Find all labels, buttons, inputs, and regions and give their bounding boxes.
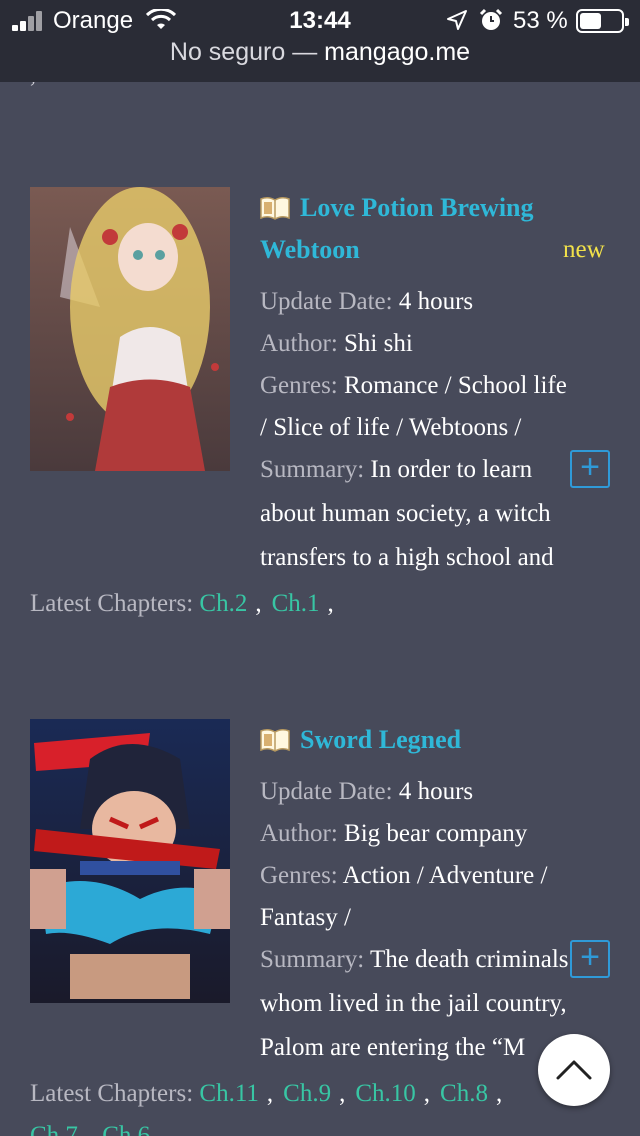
- alarm-clock-icon: [479, 8, 503, 30]
- chapter-link[interactable]: Ch.11: [199, 1080, 259, 1107]
- add-to-list-button[interactable]: +: [570, 450, 610, 488]
- genres-row-continued: / Slice of life / Webtoons /: [260, 414, 522, 441]
- chapter-separator: ,: [85, 1122, 93, 1136]
- genres-label: Genres:: [260, 862, 338, 889]
- status-bar: Orange 13:44 53 %: [0, 0, 640, 40]
- summary-text-line: about human society, a witch: [260, 500, 551, 527]
- summary-text: In order to learn: [370, 456, 533, 483]
- chapter-link[interactable]: Ch.1: [272, 590, 320, 617]
- url-separator: —: [285, 38, 325, 66]
- browser-top-bar: Orange 13:44 53 % No seguro — mangago.me: [0, 0, 640, 82]
- scroll-to-top-button[interactable]: [538, 1034, 610, 1106]
- latest-chapters-continued: Ch.7, Ch.6: [30, 1122, 150, 1136]
- manga-cover-image[interactable]: [30, 187, 230, 471]
- genres-value: Romance / School life: [344, 372, 567, 399]
- manga-title-link[interactable]: Love Potion Brewing: [300, 187, 534, 229]
- genres-label: Genres:: [260, 372, 338, 399]
- manga-details: Update Date: 4 hours Author: Shi shi Gen…: [260, 281, 567, 579]
- summary-text-line: whom lived in the jail country,: [260, 990, 567, 1017]
- genres-row: Genres: Romance / School life: [260, 365, 567, 407]
- update-date-row: Update Date: 4 hours: [260, 281, 567, 323]
- chapter-separator: ,: [255, 590, 262, 617]
- update-date-label: Update Date:: [260, 778, 393, 805]
- author-label: Author:: [260, 330, 338, 357]
- add-to-list-button[interactable]: +: [570, 940, 610, 978]
- genres-value: Action / Adventure /: [342, 862, 548, 889]
- chapter-separator: ,: [266, 1080, 274, 1107]
- summary-label: Summary:: [260, 946, 365, 973]
- update-date-label: Update Date:: [260, 288, 393, 315]
- manga-details: Update Date: 4 hours Author: Big bear co…: [260, 771, 610, 1069]
- genres-row-continued: Fantasy /: [260, 904, 351, 931]
- author-row: Author: Big bear company: [260, 813, 610, 855]
- update-date-value: 4 hours: [398, 288, 474, 315]
- latest-chapters: Latest Chapters: Ch.2, Ch.1,: [30, 590, 344, 618]
- new-badge: new: [563, 236, 605, 263]
- manga-title-link[interactable]: Sword Legned: [300, 719, 461, 761]
- url-domain: mangago.me: [324, 38, 471, 66]
- book-icon: [260, 728, 290, 752]
- chapter-link[interactable]: Ch.2: [199, 590, 247, 617]
- security-indicator: No seguro: [169, 38, 286, 66]
- chapter-separator: ,: [495, 1080, 503, 1107]
- genres-row: Genres: Action / Adventure /: [260, 855, 610, 897]
- author-value: Big bear company: [344, 820, 528, 847]
- chapter-separator: ,: [423, 1080, 431, 1107]
- summary-text: The death criminals: [369, 946, 569, 973]
- latest-chapters-label: Latest Chapters:: [30, 1080, 194, 1107]
- chapter-separator: ,: [327, 590, 334, 617]
- chevron-up-icon: [556, 1060, 592, 1080]
- manga-title-link-continued[interactable]: Webtoon: [260, 229, 360, 271]
- author-row: Author: Shi shi: [260, 323, 567, 365]
- summary-text-line: transfers to a high school and: [260, 544, 554, 571]
- latest-chapters: Latest Chapters: Ch.11, Ch.9, Ch.10, Ch.8,: [30, 1080, 512, 1108]
- summary-label: Summary:: [260, 456, 365, 483]
- chapter-link[interactable]: Ch.7: [30, 1122, 78, 1136]
- summary-row: Summary: In order to learn: [260, 449, 567, 491]
- location-arrow-icon: [447, 10, 467, 30]
- author-value: Shi shi: [344, 330, 413, 357]
- chapter-link[interactable]: Ch.6: [102, 1122, 150, 1136]
- book-icon: [260, 196, 290, 220]
- chapter-link[interactable]: Ch.10: [355, 1080, 415, 1107]
- summary-row: Summary: The death criminals: [260, 939, 610, 981]
- author-label: Author:: [260, 820, 338, 847]
- latest-chapters-label: Latest Chapters:: [30, 590, 194, 617]
- update-date-row: Update Date: 4 hours: [260, 771, 610, 813]
- update-date-value: 4 hours: [398, 778, 474, 805]
- chapter-link[interactable]: Ch.9: [283, 1080, 331, 1107]
- battery-percentage: 53 %: [513, 7, 568, 34]
- manga-cover-image[interactable]: [30, 719, 230, 1003]
- battery-icon: [576, 9, 629, 33]
- chapter-link[interactable]: Ch.8: [440, 1080, 488, 1107]
- chapter-separator: ,: [339, 1080, 346, 1107]
- url-bar[interactable]: No seguro — mangago.me: [0, 38, 640, 67]
